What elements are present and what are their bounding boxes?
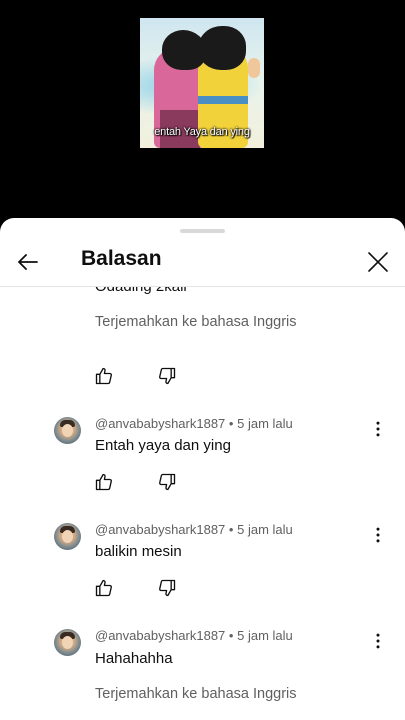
like-button[interactable] [92, 470, 116, 494]
video-thumbnail[interactable]: entah Yaya dan ying [140, 18, 264, 148]
thumb-up-icon [95, 367, 112, 385]
more-options-button[interactable] [366, 523, 390, 547]
comment-time: 5 jam lalu [237, 628, 293, 643]
like-button[interactable] [92, 576, 116, 600]
comment-author[interactable]: @anvababyshark1887 [95, 522, 225, 537]
yellow-character-belt [198, 96, 248, 104]
dislike-button[interactable] [155, 364, 179, 388]
sheet-header: Balasan [0, 238, 405, 286]
more-vert-icon [376, 633, 380, 649]
thumb-down-icon [159, 473, 176, 491]
page-title: Balasan [81, 247, 162, 270]
video-player[interactable]: entah Yaya dan ying [0, 0, 405, 220]
translate-link[interactable]: Terjemahkan ke bahasa Inggris [95, 686, 297, 702]
scribbled-head-right [198, 26, 246, 70]
avatar-face [62, 424, 73, 437]
meta-separator: • [228, 628, 234, 643]
more-vert-icon [376, 527, 380, 543]
comment-meta: @anvababyshark1887 • 5 jam lalu [95, 522, 293, 537]
close-button[interactable] [362, 246, 394, 278]
close-icon [368, 252, 388, 272]
avatar-face [62, 530, 73, 543]
drag-handle[interactable] [180, 229, 225, 233]
more-options-button[interactable] [366, 417, 390, 441]
avatar[interactable] [54, 523, 81, 550]
meta-separator: • [228, 522, 234, 537]
comment-text: balikin mesin [95, 543, 182, 560]
replies-sheet: Balasan Odading 2kali Terjemahkan ke bah… [0, 218, 405, 720]
comment-meta: @anvababyshark1887 • 5 jam lalu [95, 628, 293, 643]
comment-meta: @anvababyshark1887 • 5 jam lalu [95, 416, 293, 431]
comment-text: Hahahahha [95, 650, 173, 667]
dislike-button[interactable] [155, 576, 179, 600]
comment-time: 5 jam lalu [237, 416, 293, 431]
thumb-up-icon [95, 473, 112, 491]
comment-author[interactable]: @anvababyshark1887 [95, 628, 225, 643]
video-caption: entah Yaya dan ying [154, 126, 250, 138]
more-options-button[interactable] [366, 629, 390, 653]
back-button[interactable] [12, 246, 44, 278]
more-vert-icon [376, 421, 380, 437]
avatar[interactable] [54, 417, 81, 444]
thumb-down-icon [159, 579, 176, 597]
replies-list[interactable]: Odading 2kali Terjemahkan ke bahasa Ingg… [0, 287, 405, 720]
comment-author[interactable]: @anvababyshark1887 [95, 416, 225, 431]
avatar-face [62, 636, 73, 649]
meta-separator: • [228, 416, 234, 431]
avatar[interactable] [54, 629, 81, 656]
comment-text: Odading 2kali [95, 287, 187, 295]
comment-time: 5 jam lalu [237, 522, 293, 537]
thumb-down-icon [159, 367, 176, 385]
thumb-up-icon [95, 579, 112, 597]
translate-link[interactable]: Terjemahkan ke bahasa Inggris [95, 314, 297, 330]
raised-hand [248, 58, 260, 78]
comment-text: Entah yaya dan ying [95, 437, 231, 454]
dislike-button[interactable] [155, 470, 179, 494]
like-button[interactable] [92, 364, 116, 388]
arrow-left-icon [18, 254, 38, 270]
